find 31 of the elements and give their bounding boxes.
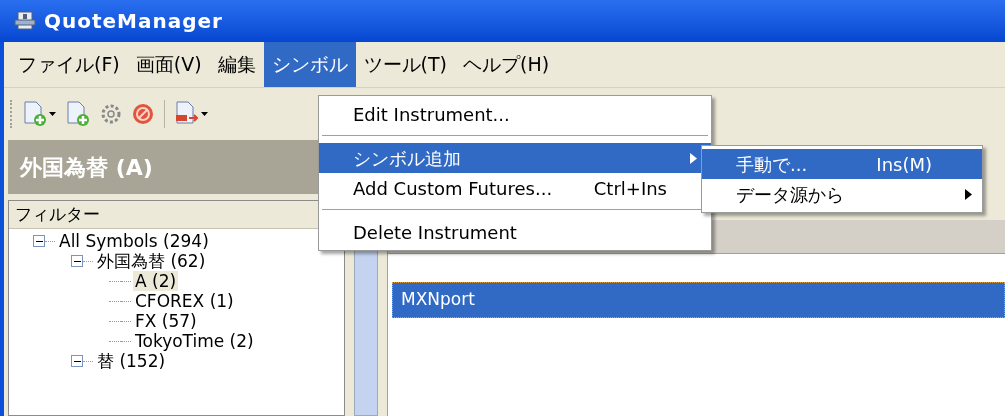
menu-bar-item[interactable]: 編集	[209, 42, 264, 87]
menu-bar-item[interactable]: 画面(V)	[127, 42, 210, 87]
dropdown-caret-icon[interactable]	[49, 112, 56, 116]
menu-item[interactable]: データ源から	[702, 179, 982, 209]
menu-item[interactable]: シンボル追加	[319, 143, 711, 173]
app-icon	[14, 11, 36, 31]
prohibited-icon[interactable]	[132, 103, 154, 125]
dropdown-caret-icon[interactable]	[201, 112, 208, 116]
menu-bar-item[interactable]: ヘルプ(H)	[455, 42, 558, 87]
list-row[interactable]: MXNport	[392, 282, 1005, 318]
tree-item[interactable]: CFOREX (1)	[133, 291, 236, 311]
menu-item[interactable]: Edit Instrument...	[319, 99, 711, 129]
menu-item[interactable]: 手動で... Ins(M)	[702, 149, 982, 179]
remove-document-icon[interactable]	[175, 101, 199, 127]
collapse-toggle-icon[interactable]	[33, 235, 45, 247]
collapse-toggle-icon[interactable]	[71, 355, 83, 367]
submenu-arrow-icon	[690, 152, 697, 164]
submenu-arrow-icon	[965, 188, 972, 200]
window-title: QuoteManager	[44, 8, 223, 35]
menu-bar-item[interactable]: ツール(T)	[355, 42, 456, 87]
tree-item[interactable]: All Symbols (294)	[57, 231, 211, 251]
tree-item[interactable]: A (2)	[133, 271, 179, 291]
menu-bar-item[interactable]: ファイル(F)	[10, 42, 128, 87]
tree-item[interactable]: 外国為替 (62)	[95, 251, 208, 271]
tree-item[interactable]: TokyoTime (2)	[133, 331, 256, 351]
tree-item[interactable]: 替 (152)	[95, 351, 168, 371]
add-document-icon[interactable]	[66, 101, 90, 127]
collapse-toggle-icon[interactable]	[71, 255, 83, 267]
menu-bar-item[interactable]: シンボル	[263, 42, 356, 87]
settings-icon[interactable]	[100, 103, 122, 125]
tree-item[interactable]: FX (57)	[133, 311, 199, 331]
